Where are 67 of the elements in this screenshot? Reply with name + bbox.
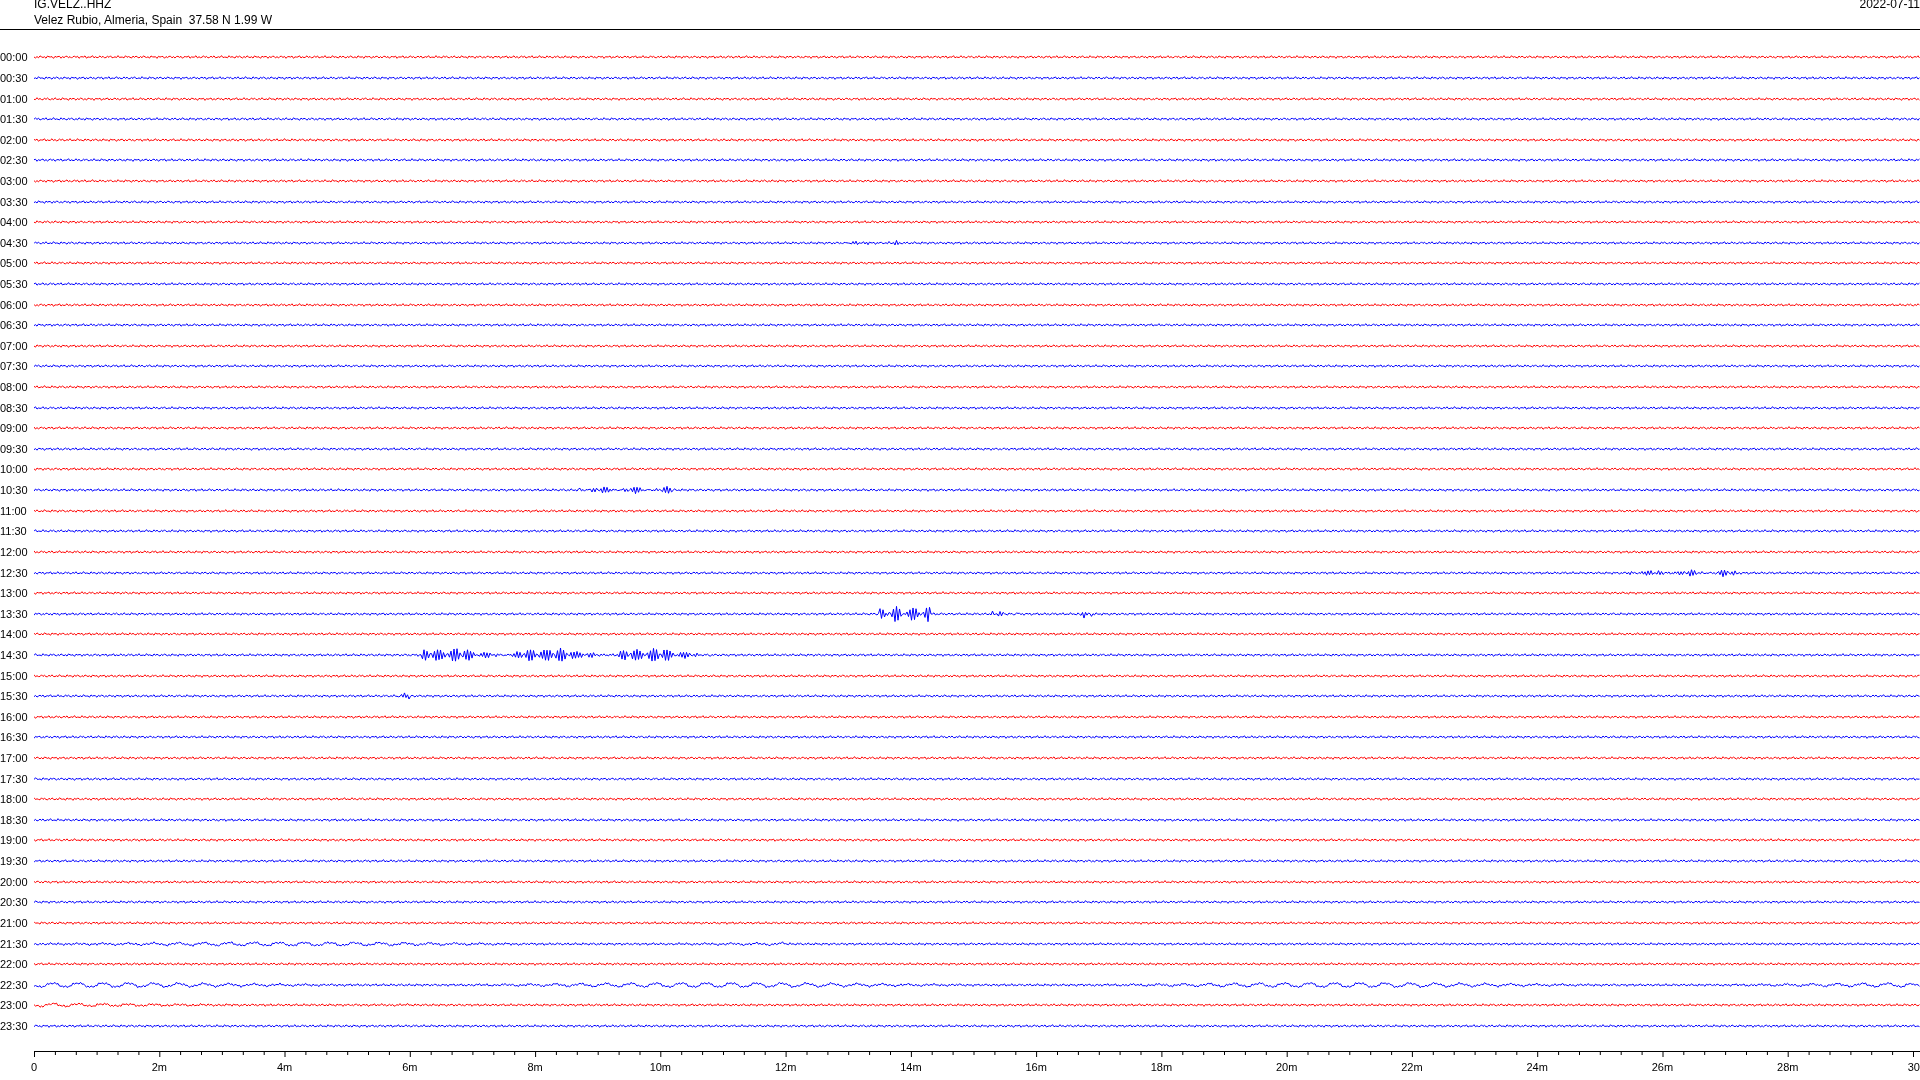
time-label: 22:00 xyxy=(0,958,29,971)
time-label: 21:30 xyxy=(0,937,29,950)
axis-label: 10m xyxy=(649,1061,672,1074)
time-label: 19:30 xyxy=(0,855,29,868)
axis-label: 8m xyxy=(527,1061,543,1074)
time-label: 07:30 xyxy=(0,360,29,373)
time-label: 17:30 xyxy=(0,772,29,785)
axis-label: 24m xyxy=(1526,1061,1548,1074)
time-label: 04:30 xyxy=(0,236,29,249)
time-label: 02:00 xyxy=(0,133,29,146)
time-label: 20:00 xyxy=(0,875,29,888)
time-label: 21:00 xyxy=(0,916,29,929)
time-label: 13:30 xyxy=(0,607,29,620)
time-label: 03:00 xyxy=(0,174,29,187)
axis-label: 16m xyxy=(1025,1061,1047,1074)
axis-label: 20m xyxy=(1275,1061,1298,1074)
axis-label: 22m xyxy=(1401,1061,1423,1074)
time-label: 14:00 xyxy=(0,628,29,641)
time-label: 08:30 xyxy=(0,401,29,414)
time-label: 23:00 xyxy=(0,999,29,1012)
time-label: 17:00 xyxy=(0,752,29,764)
axis-label: 0 xyxy=(30,1061,38,1074)
time-label: 00:00 xyxy=(0,51,29,64)
date-label: 2022-07-11 xyxy=(1859,0,1920,11)
time-label: 11:30 xyxy=(0,525,28,538)
time-label: 09:30 xyxy=(0,442,29,455)
time-label: 11:00 xyxy=(0,504,28,517)
axis-label: 18m xyxy=(1150,1061,1173,1074)
time-label: 15:00 xyxy=(0,669,29,682)
time-label: 18:30 xyxy=(0,813,29,826)
time-label: 01:00 xyxy=(0,92,29,105)
time-label: 10:00 xyxy=(0,463,29,476)
time-label: 00:30 xyxy=(0,71,29,84)
time-label: 23:30 xyxy=(0,1019,29,1032)
time-label: 08:00 xyxy=(0,381,29,394)
time-label: 22:30 xyxy=(0,978,29,991)
time-label: 05:00 xyxy=(0,257,29,270)
time-label: 18:00 xyxy=(0,793,29,806)
time-label: 15:30 xyxy=(0,690,29,703)
time-label: 03:30 xyxy=(0,195,29,208)
time-label: 19:00 xyxy=(0,834,29,847)
time-label: 10:30 xyxy=(0,484,29,497)
axis-label: 12m xyxy=(774,1061,797,1074)
time-label: 07:00 xyxy=(0,339,29,352)
time-label: 04:00 xyxy=(0,216,29,229)
axis-label: 26m xyxy=(1651,1061,1674,1074)
axis-label: 30 xyxy=(1907,1061,1920,1074)
station-code: IG.VELZ..HHZ xyxy=(34,0,112,11)
time-label: 16:30 xyxy=(0,731,29,744)
time-label: 14:30 xyxy=(0,648,29,661)
time-label: 05:30 xyxy=(0,278,29,290)
time-label: 01:30 xyxy=(0,113,29,126)
time-label: 20:30 xyxy=(0,896,29,909)
time-label: 16:00 xyxy=(0,710,29,723)
axis-label: 6m xyxy=(402,1061,418,1074)
time-label: 12:00 xyxy=(0,545,29,558)
axis-label: 2m xyxy=(151,1061,167,1074)
time-label: 13:00 xyxy=(0,587,29,600)
time-label: 06:30 xyxy=(0,319,29,332)
time-label: 12:30 xyxy=(0,566,29,579)
time-label: 02:30 xyxy=(0,154,29,167)
time-label: 06:00 xyxy=(0,298,29,311)
axis-label: 14m xyxy=(900,1061,922,1074)
axis-label: 28m xyxy=(1777,1061,1799,1074)
axis-label: 4m xyxy=(276,1061,293,1074)
station-location: Velez Rubio, Almeria, Spain 37.58 N 1.99 W xyxy=(34,13,273,27)
time-label: 09:00 xyxy=(0,422,29,435)
